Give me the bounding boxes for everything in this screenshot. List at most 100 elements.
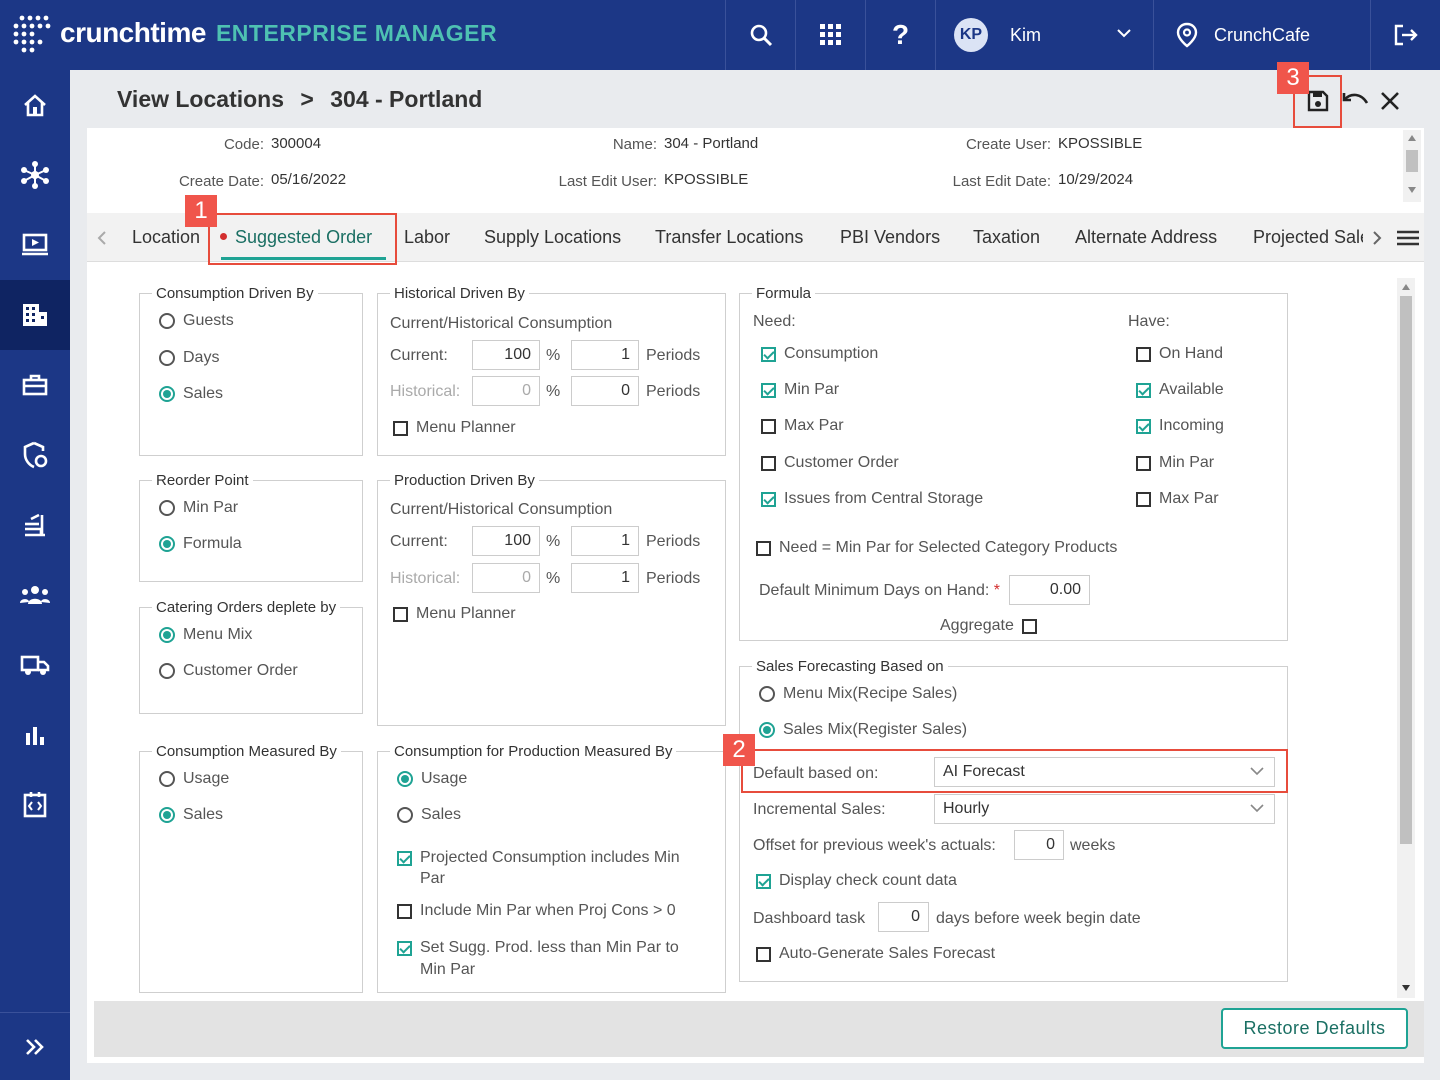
user-menu[interactable]: KP Kim <box>935 0 1153 70</box>
tab-scroll-left-icon[interactable] <box>97 230 107 246</box>
tab-alternate-address[interactable]: Alternate Address <box>1075 227 1217 248</box>
tab-projected-sales[interactable]: Projected Sale <box>1253 227 1363 248</box>
tab-transfer-locations[interactable]: Transfer Locations <box>655 227 803 248</box>
last-edit-user-value: KPOSSIBLE <box>664 171 749 188</box>
consumption-driven-legend: Consumption Driven By <box>156 285 314 302</box>
search-button[interactable] <box>725 0 795 70</box>
include-min-par-checkbox[interactable]: Include Min Par when Proj Cons > 0 <box>397 902 676 920</box>
radio-menu-mix-recipe[interactable]: Menu Mix(Recipe Sales) <box>759 685 957 703</box>
prod-current-pct-input[interactable]: 100 <box>472 526 540 556</box>
need-customer-order-checkbox[interactable]: Customer Order <box>761 454 899 472</box>
presentation-icon <box>22 233 48 256</box>
nav-presentation[interactable] <box>0 210 70 280</box>
radio-days[interactable]: Days <box>159 349 219 367</box>
tab-taxation[interactable]: Taxation <box>973 227 1040 248</box>
have-on-hand-checkbox[interactable]: On Hand <box>1136 345 1223 363</box>
restore-defaults-button[interactable]: Restore Defaults <box>1221 1008 1408 1049</box>
apps-button[interactable] <box>795 0 865 70</box>
radio-usage[interactable]: Usage <box>159 770 229 788</box>
need-consumption-checkbox[interactable]: Consumption <box>761 345 878 363</box>
logo: crunchtime ENTERPRISE MANAGER <box>12 10 497 56</box>
need-max-par-checkbox[interactable]: Max Par <box>761 417 844 435</box>
offset-input[interactable]: 0 <box>1014 830 1064 860</box>
location-selector[interactable]: CrunchCafe <box>1153 0 1370 70</box>
set-sugg-prod-checkbox[interactable]: Set Sugg. Prod. less than Min Par to <box>397 939 679 957</box>
proj-cons-min-par-checkbox[interactable]: Projected Consumption includes Min <box>397 849 680 867</box>
nav-toolbox[interactable] <box>0 350 70 420</box>
incremental-sales-select[interactable]: Hourly <box>934 794 1275 824</box>
radio-menu-mix[interactable]: Menu Mix <box>159 626 252 644</box>
need-min-par-checkbox[interactable]: Min Par <box>761 381 839 399</box>
undo-button[interactable] <box>1338 84 1372 118</box>
logout-button[interactable] <box>1370 0 1440 70</box>
incremental-sales-label: Incremental Sales: <box>753 801 886 818</box>
truck-icon <box>20 655 50 675</box>
prod-historical-label: Historical: <box>390 570 461 587</box>
need-min-par-category-checkbox[interactable]: Need = Min Par for Selected Category Pro… <box>756 539 1117 557</box>
tab-scroll-right-icon[interactable] <box>1372 230 1382 246</box>
have-available-checkbox[interactable]: Available <box>1136 381 1224 399</box>
building-icon <box>23 304 47 326</box>
tab-pbi-vendors[interactable]: PBI Vendors <box>840 227 940 248</box>
hist-menu-planner-checkbox[interactable]: Menu Planner <box>393 419 516 437</box>
product-name: ENTERPRISE MANAGER <box>215 19 498 46</box>
reorder-point-group: Reorder Point <box>139 472 363 582</box>
nav-security[interactable] <box>0 420 70 490</box>
reorder-point-legend: Reorder Point <box>156 472 249 489</box>
aggregate-checkbox[interactable]: Aggregate <box>940 617 1037 635</box>
hist-historical-periods-input[interactable]: 0 <box>571 376 639 406</box>
radio-formula[interactable]: Formula <box>159 535 242 553</box>
nav-food-service[interactable] <box>0 490 70 560</box>
need-issues-checkbox[interactable]: Issues from Central Storage <box>761 490 983 508</box>
brand-name: crunchtime <box>60 17 206 48</box>
radio-prod-usage[interactable]: Usage <box>397 770 467 788</box>
tab-supply-locations[interactable]: Supply Locations <box>484 227 621 248</box>
prod-current-periods-input[interactable]: 1 <box>571 526 639 556</box>
consumption-measured-legend: Consumption Measured By <box>156 743 337 760</box>
scroll-thumb[interactable] <box>1400 296 1412 844</box>
tab-location[interactable]: Location <box>132 227 200 248</box>
content-scrollbar[interactable] <box>1397 278 1415 998</box>
last-edit-date-value: 10/29/2024 <box>1058 171 1134 188</box>
radio-prod-sales[interactable]: Sales <box>397 806 461 824</box>
nav-home[interactable] <box>0 70 70 140</box>
help-icon: ? <box>891 19 910 50</box>
prod-historical-periods-input[interactable]: 1 <box>571 563 639 593</box>
auto-generate-checkbox[interactable]: Auto-Generate Sales Forecast <box>756 945 995 963</box>
hist-current-periods-input[interactable]: 1 <box>571 340 639 370</box>
dashboard-task-input[interactable]: 0 <box>878 902 929 932</box>
breadcrumb-parent[interactable]: View Locations <box>117 86 284 112</box>
historical-sub-label: Current/Historical Consumption <box>390 315 613 332</box>
have-max-par-checkbox[interactable]: Max Par <box>1136 490 1219 508</box>
radio-guests[interactable]: Guests <box>159 312 234 330</box>
menu-icon[interactable] <box>1397 230 1419 246</box>
nav-reports[interactable] <box>0 700 70 770</box>
radio-customer-order[interactable]: Customer Order <box>159 662 298 680</box>
nav-people[interactable] <box>0 560 70 630</box>
have-incoming-checkbox[interactable]: Incoming <box>1136 417 1224 435</box>
nav-locations[interactable] <box>0 280 70 350</box>
close-button[interactable] <box>1373 84 1407 118</box>
radio-measured-sales[interactable]: Sales <box>159 806 223 824</box>
nav-integration[interactable] <box>0 770 70 840</box>
prod-historical-pct-input: 0 <box>472 563 540 593</box>
periods-label: Periods <box>646 533 701 550</box>
prod-current-label: Current: <box>390 533 448 550</box>
radio-sales[interactable]: Sales <box>159 385 223 403</box>
tab-labor[interactable]: Labor <box>404 227 450 248</box>
have-min-par-checkbox[interactable]: Min Par <box>1136 454 1214 472</box>
radio-sales-mix-register[interactable]: Sales Mix(Register Sales) <box>759 721 967 739</box>
prod-menu-planner-checkbox[interactable]: Menu Planner <box>393 605 516 623</box>
hist-current-pct-input[interactable]: 100 <box>472 340 540 370</box>
meta-scrollbar[interactable] <box>1403 130 1421 202</box>
display-check-count-checkbox[interactable]: Display check count data <box>756 872 957 890</box>
radio-min-par[interactable]: Min Par <box>159 499 238 517</box>
weeks-label: weeks <box>1070 837 1116 854</box>
help-button[interactable]: ? <box>865 0 935 70</box>
expand-nav-button[interactable] <box>0 1012 70 1080</box>
nav-network[interactable] <box>0 140 70 210</box>
dashboard-task-label: Dashboard task <box>753 910 866 927</box>
default-min-days-input[interactable]: 0.00 <box>1009 575 1090 605</box>
nav-delivery[interactable] <box>0 630 70 700</box>
create-user-value: KPOSSIBLE <box>1058 135 1143 152</box>
